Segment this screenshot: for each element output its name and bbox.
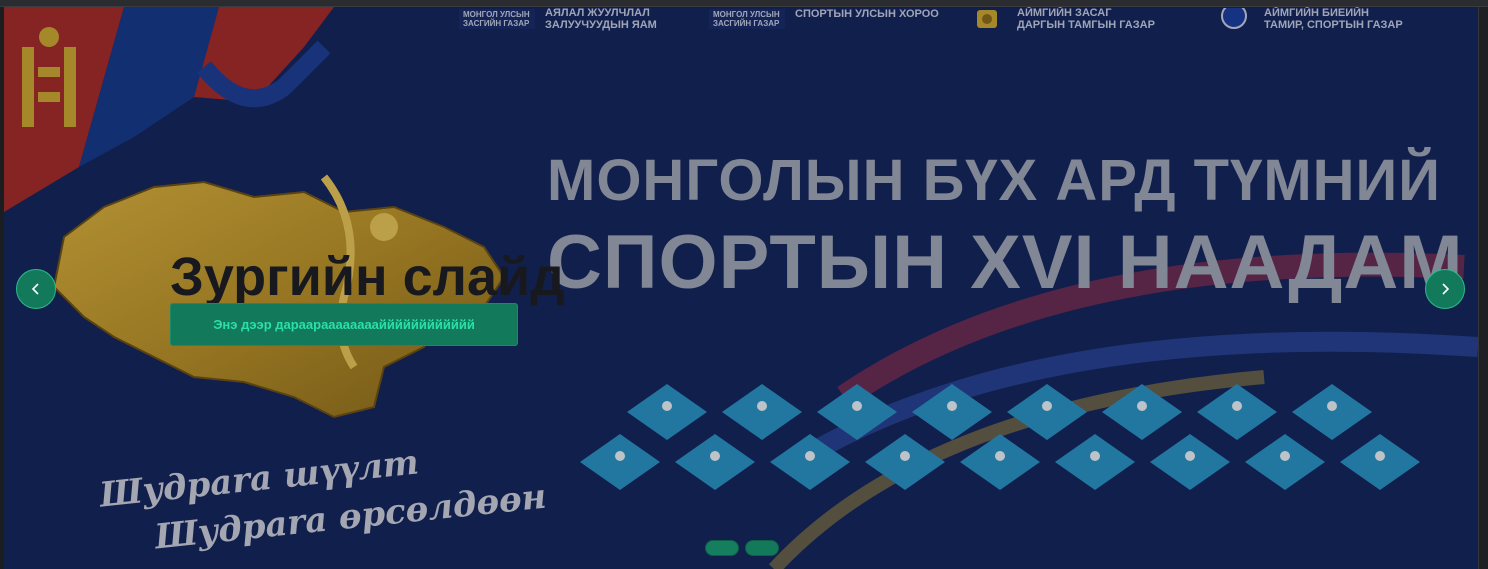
sports-department-emblem-icon bbox=[1214, 8, 1254, 30]
right-scrollbar[interactable] bbox=[1478, 7, 1488, 569]
sponsor-label-2: СПОРТЫН УЛСЫН ХОРОО bbox=[795, 8, 939, 20]
sponsor-label-4: АЙМГИЙН БИЕИЙН ТАМИР, СПОРТЫН ГАЗАР bbox=[1264, 7, 1403, 31]
sport-icons-grid bbox=[580, 384, 1420, 490]
badge-line-1: МОНГОЛ УЛСЫН bbox=[463, 10, 530, 19]
carousel-indicator-1[interactable] bbox=[705, 540, 739, 556]
sponsor-label-line-2: ЗАЛУУЧУУДЫН ЯАМ bbox=[545, 19, 657, 31]
sponsor-label-3: АЙМГИЙН ЗАСАГ ДАРГЫН ТАМГЫН ГАЗАР bbox=[1017, 7, 1155, 31]
soyombo-emblem-icon bbox=[967, 8, 1007, 30]
sponsor-label-1: АЯЛАЛ ЖУУЛЧЛАЛ ЗАЛУУЧУУДЫН ЯАМ bbox=[545, 7, 657, 31]
banner-headline-line-1: МОНГОЛЫН БҮХ АРД ТҮМНИЙ bbox=[547, 148, 1441, 213]
sponsor-logo-4: АЙМГИЙН БИЕИЙН ТАМИР, СПОРТЫН ГАЗАР bbox=[1214, 7, 1403, 31]
carousel-indicators bbox=[705, 540, 779, 556]
carousel-caption-button[interactable]: Энэ дээр дараараааааааайййййййййййй bbox=[170, 303, 518, 346]
carousel-prev-button[interactable] bbox=[16, 269, 56, 309]
sponsor-label-line-2: ТАМИР, СПОРТЫН ГАЗАР bbox=[1264, 19, 1403, 31]
sponsor-logo-1: МОНГОЛ УЛСЫН ЗАСГИЙН ГАЗАР АЯЛАЛ ЖУУЛЧЛА… bbox=[459, 7, 657, 31]
chevron-left-icon bbox=[31, 283, 39, 295]
badge-line-1: МОНГОЛ УЛСЫН bbox=[713, 10, 780, 19]
badge-line-2: ЗАСГИЙН ГАЗАР bbox=[463, 19, 530, 28]
sponsor-label-line-2: ДАРГЫН ТАМГЫН ГАЗАР bbox=[1017, 19, 1155, 31]
sponsor-label-line-1: СПОРТЫН УЛСЫН ХОРОО bbox=[795, 8, 939, 20]
government-badge: МОНГОЛ УЛСЫН ЗАСГИЙН ГАЗАР bbox=[459, 9, 535, 29]
carousel-next-button[interactable] bbox=[1425, 269, 1465, 309]
browser-top-edge bbox=[0, 0, 1488, 7]
sponsor-label-line-1: АЯЛАЛ ЖУУЛЧЛАЛ bbox=[545, 7, 650, 19]
sponsor-logo-2: МОНГОЛ УЛСЫН ЗАСГИЙН ГАЗАР СПОРТЫН УЛСЫН… bbox=[709, 7, 939, 31]
sponsor-logo-3: АЙМГИЙН ЗАСАГ ДАРГЫН ТАМГЫН ГАЗАР bbox=[967, 7, 1155, 31]
sponsor-logos: МОНГОЛ УЛСЫН ЗАСГИЙН ГАЗАР АЯЛАЛ ЖУУЛЧЛА… bbox=[459, 7, 1459, 31]
banner-headline-line-2: СПОРТЫН XVI НААДАМ bbox=[547, 220, 1464, 305]
chevron-right-icon bbox=[1442, 283, 1450, 295]
badge-line-2: ЗАСГИЙН ГАЗАР bbox=[713, 19, 780, 28]
government-badge: МОНГОЛ УЛСЫН ЗАСГИЙН ГАЗАР bbox=[709, 9, 785, 29]
sponsor-label-line-1: АЙМГИЙН ЗАСАГ bbox=[1017, 7, 1112, 19]
carousel-indicator-2[interactable] bbox=[745, 540, 779, 556]
carousel-caption-title: Зургийн слайд bbox=[170, 247, 565, 307]
sponsor-label-line-1: АЙМГИЙН БИЕИЙН bbox=[1264, 7, 1369, 19]
